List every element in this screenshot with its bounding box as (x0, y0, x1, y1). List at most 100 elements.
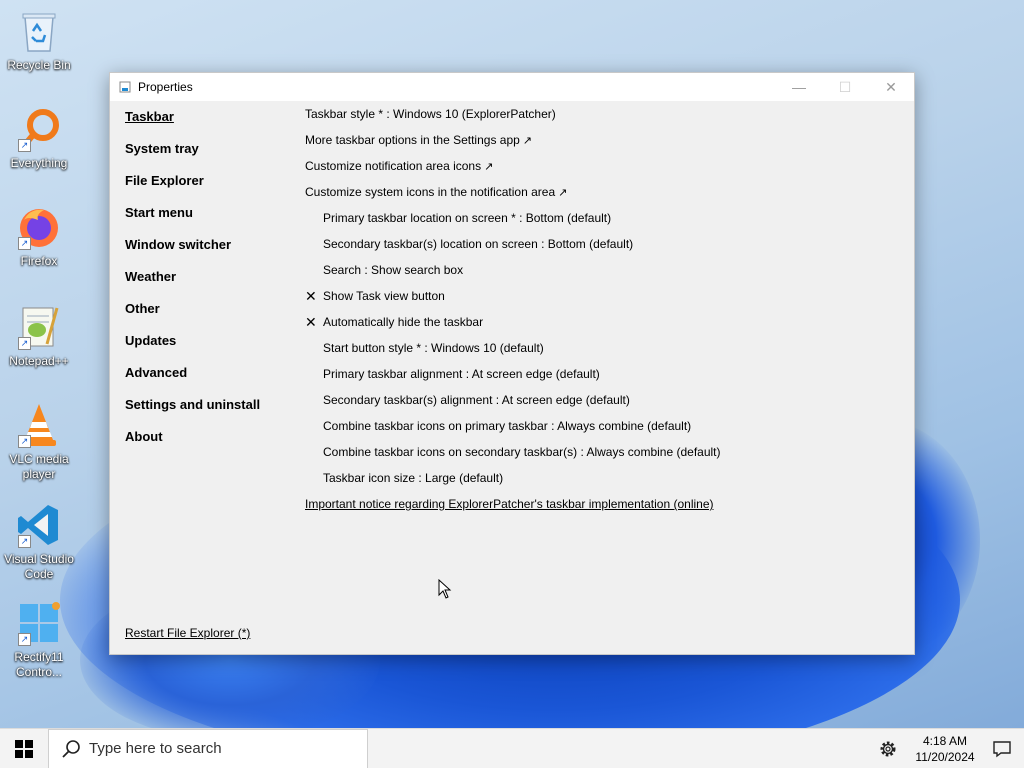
checked-icon: ✕ (305, 314, 317, 330)
search-icon (62, 739, 80, 758)
sidebar-item-system-tray[interactable]: System tray (125, 141, 295, 173)
shortcut-arrow-icon: ↗ (18, 535, 31, 548)
option-auto-hide-taskbar[interactable]: ✕ Automatically hide the taskbar (305, 314, 905, 340)
sidebar-item-other[interactable]: Other (125, 301, 295, 333)
option-primary-taskbar-location[interactable]: Primary taskbar location on screen * : B… (305, 210, 905, 236)
option-search[interactable]: Search : Show search box (305, 262, 905, 288)
window-title: Properties (138, 80, 193, 94)
option-secondary-taskbar-alignment[interactable]: Secondary taskbar(s) alignment : At scre… (305, 392, 905, 418)
notification-center-button[interactable] (980, 729, 1024, 768)
sidebar-item-taskbar[interactable]: Taskbar (125, 109, 295, 141)
sidebar-item-window-switcher[interactable]: Window switcher (125, 237, 295, 269)
option-label: Search : Show search box (323, 263, 464, 277)
settings-sidebar: Taskbar System tray File Explorer Start … (125, 109, 295, 461)
option-label: Taskbar icon size : Large (default) (323, 471, 504, 485)
sidebar-item-advanced[interactable]: Advanced (125, 365, 295, 397)
desktop-icon-label: Firefox (20, 254, 58, 268)
clock-time: 4:18 AM (922, 734, 968, 748)
option-label: Automatically hide the taskbar (323, 315, 484, 329)
everything-icon: ↗ (16, 106, 62, 152)
close-icon: ✕ (885, 78, 897, 95)
clock-date: 11/20/2024 (915, 750, 975, 764)
option-taskbar-icon-size[interactable]: Taskbar icon size : Large (default) (305, 470, 905, 496)
mouse-cursor-icon (438, 578, 452, 599)
maximize-button: ☐ (822, 73, 868, 101)
shortcut-arrow-icon: ↗ (18, 237, 31, 250)
desktop-icon-everything[interactable]: ↗ Everything (2, 106, 76, 171)
settings-gear-icon[interactable] (878, 739, 898, 759)
sidebar-item-weather[interactable]: Weather (125, 269, 295, 301)
option-more-taskbar-options[interactable]: More taskbar options in the Settings app… (305, 132, 905, 158)
option-label: Customize notification area icons (305, 159, 482, 173)
option-label: Secondary taskbar(s) location on screen … (323, 237, 634, 251)
option-label: Start button style * : Windows 10 (defau… (323, 341, 544, 355)
system-tray: 4:18 AM 11/20/2024 (878, 729, 1024, 768)
sidebar-item-about[interactable]: About (125, 429, 295, 461)
desktop-icon-notepad-plus-plus[interactable]: ↗ Notepad++ (2, 304, 76, 369)
option-taskbar-style[interactable]: Taskbar style * : Windows 10 (ExplorerPa… (305, 106, 905, 132)
option-start-button-style[interactable]: Start button style * : Windows 10 (defau… (305, 340, 905, 366)
option-system-icons[interactable]: Customize system icons in the notificati… (305, 184, 905, 210)
option-combine-secondary[interactable]: Combine taskbar icons on secondary taskb… (305, 444, 905, 470)
external-link-icon: ↗ (484, 161, 494, 173)
option-label: Combine taskbar icons on primary taskbar… (323, 419, 692, 433)
notepad-plus-plus-icon: ↗ (16, 304, 62, 350)
properties-content: Taskbar System tray File Explorer Start … (110, 101, 914, 654)
option-label: Primary taskbar location on screen * : B… (323, 211, 612, 225)
sidebar-item-updates[interactable]: Updates (125, 333, 295, 365)
option-label: Taskbar style * : Windows 10 (ExplorerPa… (305, 107, 556, 121)
option-label: Combine taskbar icons on secondary taskb… (323, 445, 721, 459)
shortcut-arrow-icon: ↗ (18, 139, 31, 152)
desktop-icon-label: Rectify11 Contro... (14, 650, 64, 679)
desktop-icon-label: Recycle Bin (7, 58, 71, 72)
properties-window: Properties — ☐ ✕ Taskbar System tray Fil… (109, 72, 915, 655)
restart-file-explorer-link[interactable]: Restart File Explorer (*) (125, 626, 250, 640)
vlc-icon: ↗ (16, 402, 62, 448)
taskbar-options-list: Taskbar style * : Windows 10 (ExplorerPa… (305, 106, 905, 522)
explorerpatcher-icon (118, 80, 132, 94)
vscode-icon: ↗ (16, 502, 62, 548)
option-combine-primary[interactable]: Combine taskbar icons on primary taskbar… (305, 418, 905, 444)
desktop-icon-vscode[interactable]: ↗ Visual Studio Code (2, 502, 76, 582)
shortcut-arrow-icon: ↗ (18, 633, 31, 646)
option-label: Show Task view button (323, 289, 445, 303)
taskbar-clock[interactable]: 4:18 AM 11/20/2024 (910, 733, 980, 765)
maximize-icon: ☐ (838, 78, 852, 95)
desktop-icon-recycle-bin[interactable]: Recycle Bin (2, 8, 76, 73)
firefox-icon: ↗ (16, 204, 62, 250)
option-show-task-view-button[interactable]: ✕ Show Task view button (305, 288, 905, 314)
desktop-icon-label: Everything (10, 156, 68, 170)
recycle-bin-icon (16, 8, 62, 54)
minimize-icon: — (792, 79, 806, 95)
desktop-icon-label: Visual Studio Code (4, 552, 74, 581)
option-notification-area-icons[interactable]: Customize notification area icons ↗ (305, 158, 905, 184)
option-label: More taskbar options in the Settings app (305, 133, 520, 147)
close-button[interactable]: ✕ (868, 73, 914, 101)
desktop-icon-label: Notepad++ (9, 354, 69, 368)
option-primary-taskbar-alignment[interactable]: Primary taskbar alignment : At screen ed… (305, 366, 905, 392)
taskbar-search-box[interactable]: Type here to search (48, 728, 368, 768)
external-link-icon: ↗ (558, 187, 568, 199)
rectify11-icon: ↗ (16, 600, 62, 646)
checked-icon: ✕ (305, 288, 317, 304)
start-button[interactable] (0, 729, 48, 768)
taskbar: Type here to search 4:18 AM 11/20/2024 (0, 728, 1024, 768)
sidebar-item-start-menu[interactable]: Start menu (125, 205, 295, 237)
desktop-icon-vlc[interactable]: ↗ VLC media player (2, 402, 76, 482)
desktop-icon-label: VLC media player (9, 452, 69, 481)
sidebar-item-settings-uninstall[interactable]: Settings and uninstall (125, 397, 295, 429)
desktop-icon-rectify11[interactable]: ↗ Rectify11 Contro... (2, 600, 76, 680)
external-link-icon: ↗ (522, 135, 533, 147)
notification-icon (993, 741, 1011, 758)
shortcut-arrow-icon: ↗ (18, 435, 31, 448)
search-placeholder: Type here to search (89, 740, 222, 757)
option-label: Secondary taskbar(s) alignment : At scre… (323, 393, 630, 407)
window-titlebar[interactable]: Properties — ☐ ✕ (110, 73, 914, 101)
shortcut-arrow-icon: ↗ (18, 337, 31, 350)
important-notice-link[interactable]: Important notice regarding ExplorerPatch… (305, 496, 905, 522)
sidebar-item-file-explorer[interactable]: File Explorer (125, 173, 295, 205)
desktop-icon-firefox[interactable]: ↗ Firefox (2, 204, 76, 269)
option-secondary-taskbar-location[interactable]: Secondary taskbar(s) location on screen … (305, 236, 905, 262)
windows-logo-icon (15, 739, 33, 758)
minimize-button[interactable]: — (776, 73, 822, 101)
